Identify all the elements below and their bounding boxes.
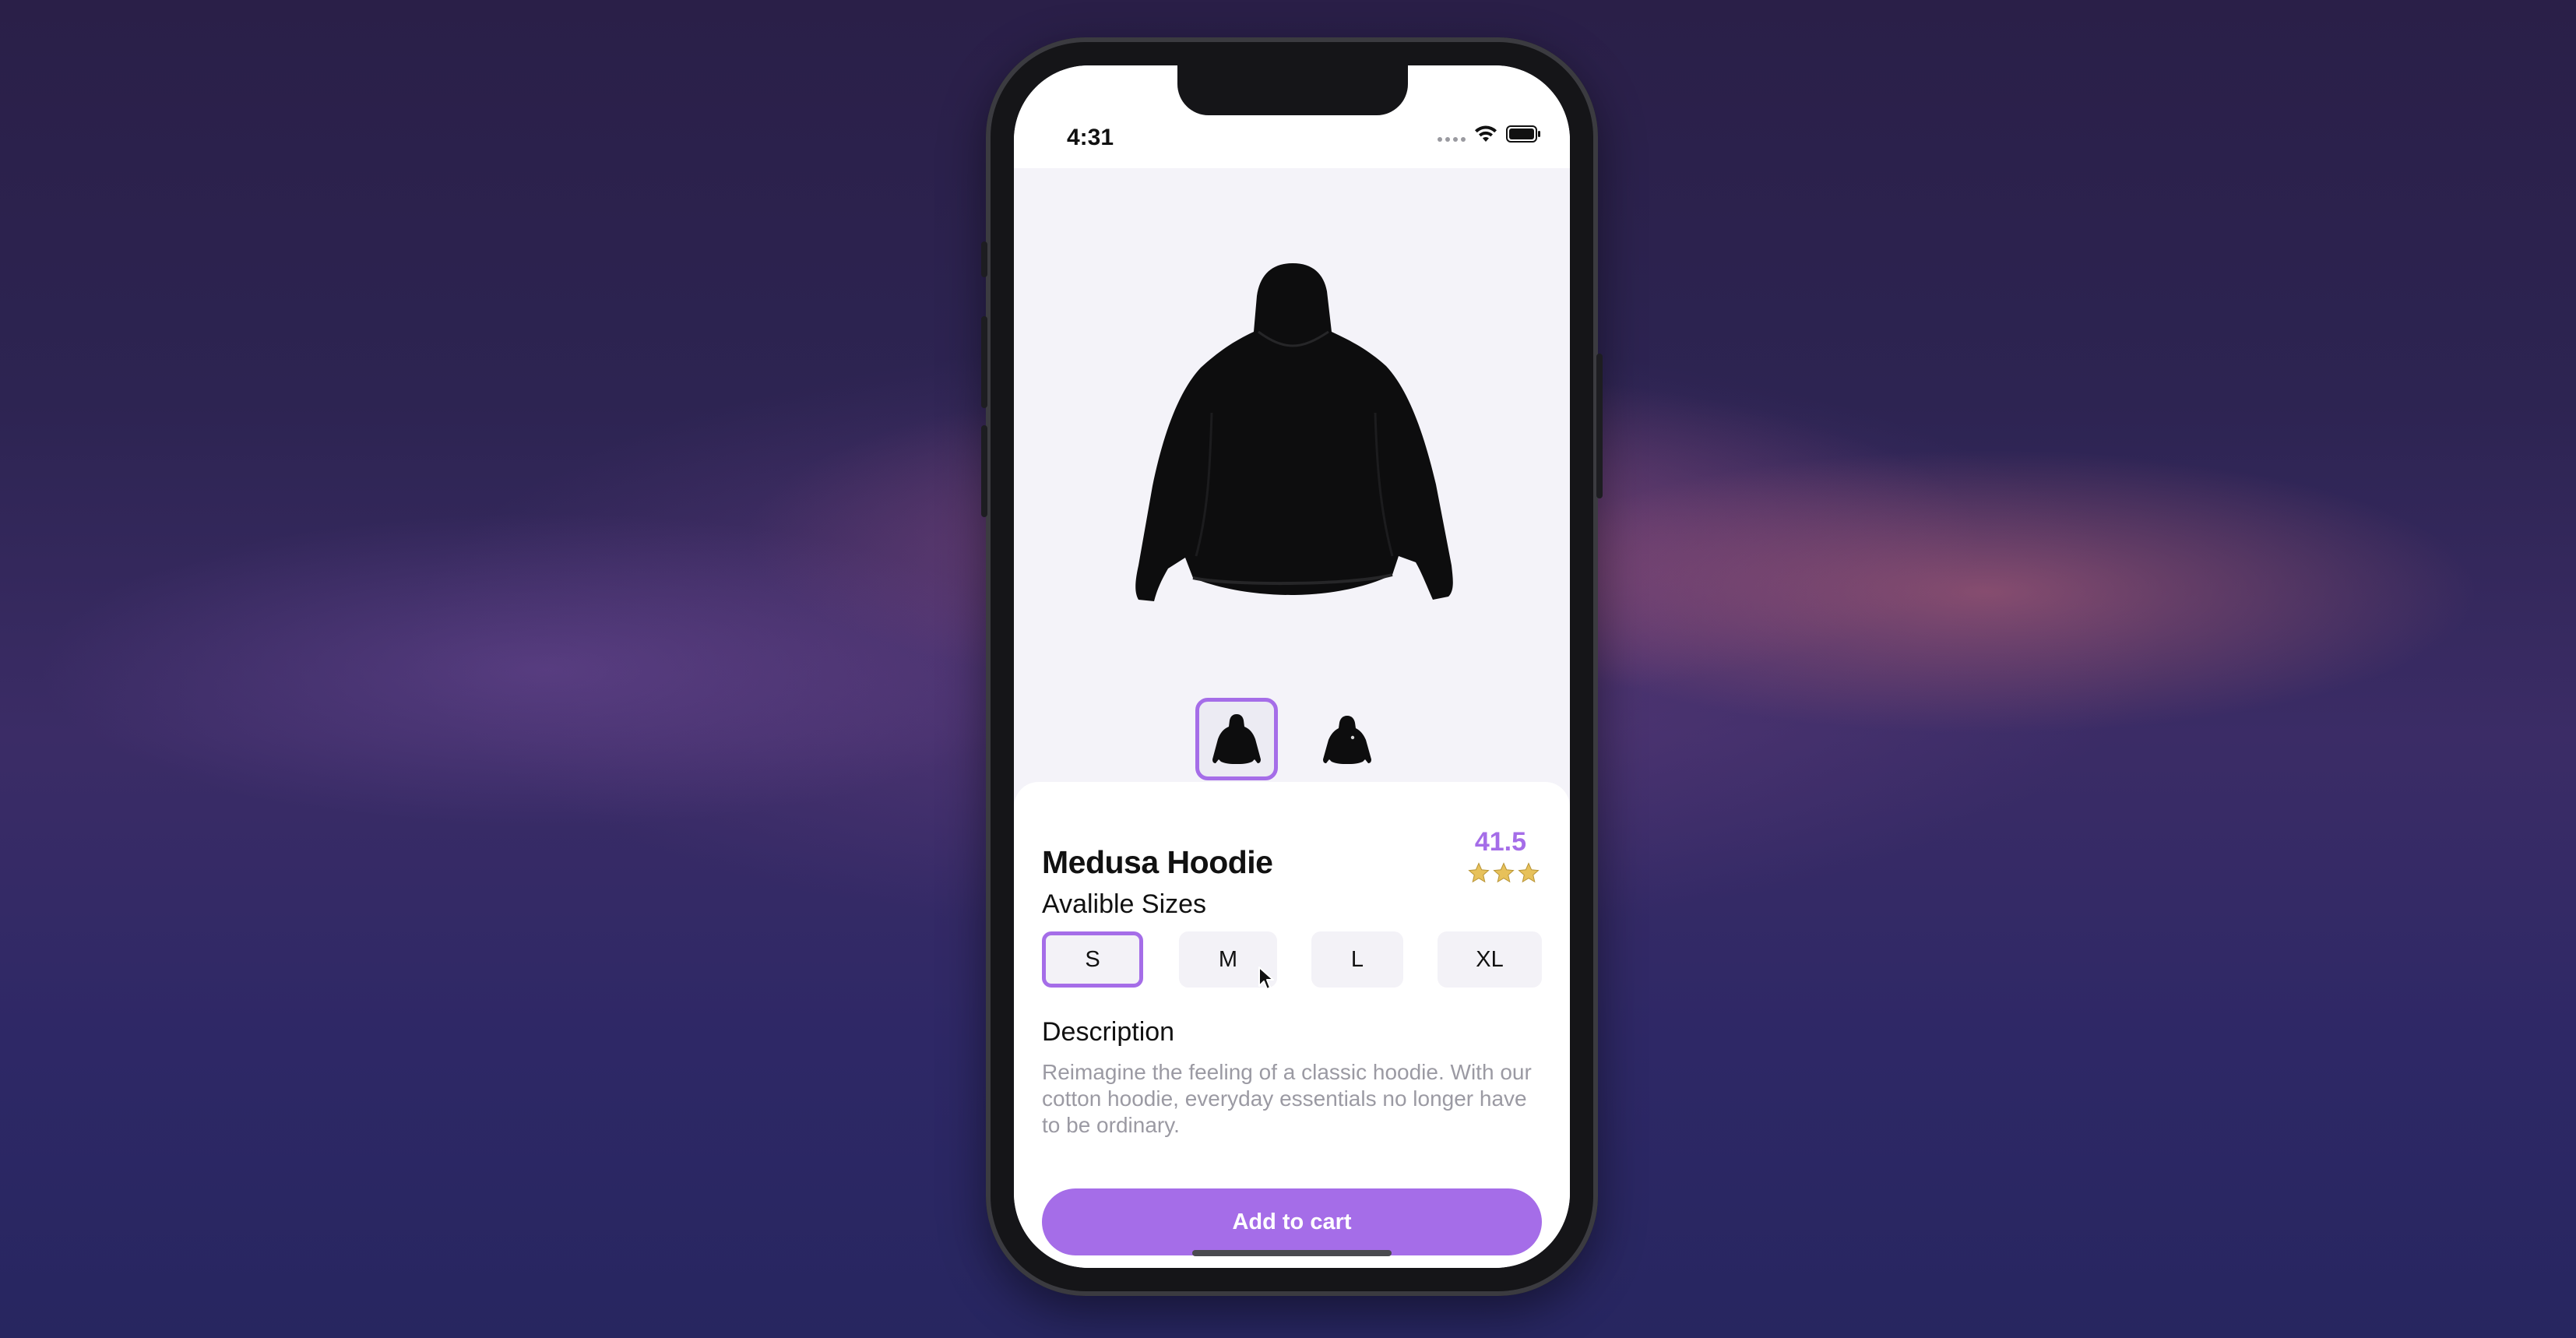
star-icon [1518,862,1540,883]
sizes-heading: Avalible Sizes [1042,889,1207,919]
thumbnail-strip [1014,698,1570,780]
hoodie-main-image [1135,263,1453,601]
star-icon [1493,862,1515,883]
home-indicator [1192,1250,1392,1256]
description-text: Reimagine the feeling of a classic hoodi… [1042,1060,1532,1137]
size-option-l[interactable]: L [1311,931,1403,988]
volume-down-button [981,425,987,517]
status-icons [1438,125,1542,143]
hoodie-front-thumbnail-icon [1323,716,1371,764]
notch [1177,65,1408,115]
wifi-icon [1475,125,1497,142]
star-icon [1468,862,1490,883]
battery-icon [1506,125,1540,143]
size-selector: S M L XL [1042,931,1542,988]
add-to-cart-button[interactable]: Add to cart [1042,1188,1542,1255]
description-heading: Description [1042,1017,1175,1047]
app-screen: 4:31 Medusa Hoodie 41.5 Avalible Sizes S… [1014,65,1570,1268]
volume-up-button [981,316,987,408]
cellular-signal-icon [1438,137,1466,142]
thumbnail-back-view[interactable] [1195,698,1278,780]
mute-switch [981,241,987,277]
product-title: Medusa Hoodie [1042,844,1273,880]
power-button [1596,354,1603,498]
rating-stars [1467,861,1540,885]
size-option-xl[interactable]: XL [1438,931,1542,988]
product-gallery [1014,168,1570,815]
size-option-s[interactable]: S [1042,931,1143,988]
mouse-pointer-icon [1258,967,1274,990]
product-price: 41.5 [1474,827,1526,857]
phone-frame: 4:31 Medusa Hoodie 41.5 Avalible Sizes S… [981,37,1603,1296]
status-time: 4:31 [1067,125,1114,150]
hoodie-back-thumbnail-icon [1212,714,1261,764]
thumbnail-front-view[interactable] [1306,698,1388,780]
